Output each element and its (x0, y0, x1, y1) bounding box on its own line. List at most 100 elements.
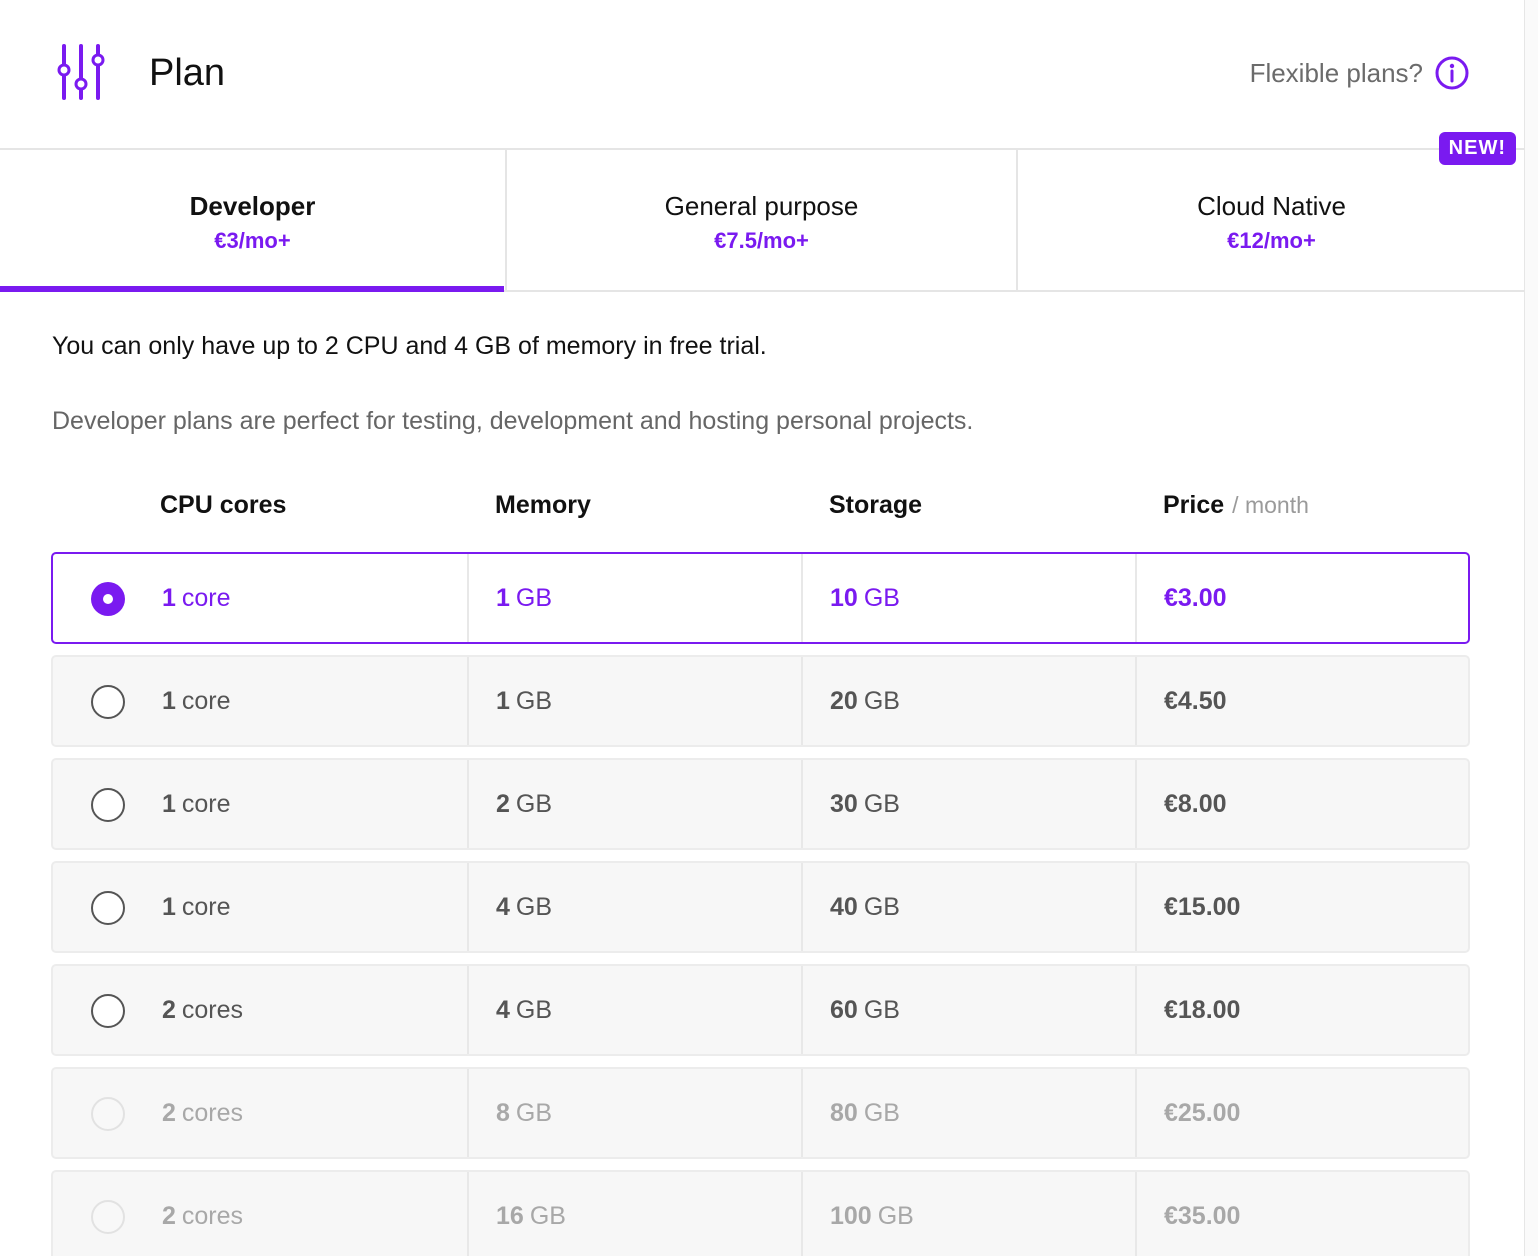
page-title: Plan (149, 52, 226, 94)
cpu-cell-value: 1 (162, 686, 176, 715)
memory-cell: 4 GB (496, 966, 552, 1054)
column-divider (1135, 760, 1137, 848)
storage-cell: 10 GB (830, 554, 900, 642)
cpu-cell-unit: core (181, 583, 231, 612)
cpu-cell: 1 core (162, 760, 231, 848)
cpu-cell-unit: core (181, 686, 231, 715)
cpu-cell: 1 core (162, 863, 231, 951)
storage-cell: 20 GB (830, 657, 900, 745)
memory-cell-value: 4 (496, 995, 510, 1024)
cpu-cell-unit: cores (181, 1201, 244, 1230)
storage-cell-unit: GB (863, 686, 900, 715)
tab-price: €7.5/mo+ (714, 227, 809, 253)
memory-cell: 1 GB (496, 657, 552, 745)
storage-cell: 100 GB (830, 1172, 914, 1256)
cpu-cell: 1 core (162, 554, 231, 642)
memory-cell: 2 GB (496, 760, 552, 848)
column-divider (801, 966, 803, 1054)
price-cell: €25.00 (1164, 1069, 1246, 1157)
memory-cell-unit: GB (515, 995, 553, 1024)
tab-cloud-native[interactable]: NEW! Cloud Native €12/mo+ (1016, 132, 1525, 290)
cpu-cell-value: 2 (162, 1098, 176, 1127)
price-label: Price (1163, 491, 1225, 519)
cpu-cell: 2 cores (162, 1069, 243, 1157)
memory-cell-unit: GB (515, 583, 553, 612)
price-cell: €4.50 (1164, 657, 1233, 745)
price-cell-value: €4.50 (1164, 686, 1227, 715)
memory-cell: 16 GB (496, 1172, 566, 1256)
plan-option-row[interactable]: 1 core 2 GB 30 GB €8.00 (51, 758, 1470, 850)
active-tab-indicator (0, 286, 504, 292)
cpu-cell-unit: cores (181, 1098, 244, 1127)
column-header-memory: Memory (495, 491, 591, 519)
scrollbar[interactable] (1525, 0, 1538, 1256)
plan-option-row[interactable]: 2 cores 4 GB 60 GB €18.00 (51, 964, 1470, 1056)
tab-price: €12/mo+ (1227, 227, 1316, 253)
column-divider (467, 863, 469, 951)
plan-tabs: Developer €3/mo+ General purpose €7.5/mo… (0, 132, 1525, 292)
memory-cell: 8 GB (496, 1069, 552, 1157)
column-divider (1135, 554, 1137, 642)
radio-button[interactable] (91, 994, 125, 1028)
column-header-cpu: CPU cores (160, 491, 287, 519)
page-header: Plan Flexible plans? (0, 0, 1525, 150)
storage-cell: 40 GB (830, 863, 900, 951)
price-cell: €3.00 (1164, 554, 1233, 642)
memory-cell-value: 8 (496, 1098, 510, 1127)
flexible-plans-label: Flexible plans? (1249, 57, 1423, 88)
tab-general-purpose[interactable]: General purpose €7.5/mo+ (505, 150, 1016, 290)
radio-button[interactable] (91, 582, 125, 616)
price-cell: €15.00 (1164, 863, 1246, 951)
tab-name: Cloud Native (1197, 190, 1346, 221)
tab-developer[interactable]: Developer €3/mo+ (0, 150, 505, 292)
cpu-cell-value: 2 (162, 995, 176, 1024)
radio-button (91, 1200, 125, 1234)
storage-cell-unit: GB (863, 892, 900, 921)
storage-cell: 60 GB (830, 966, 900, 1054)
plan-page: Plan Flexible plans? Developer €3/mo+ Ge… (0, 0, 1525, 1256)
column-divider (1135, 966, 1137, 1054)
plan-option-row[interactable]: 1 core 1 GB 20 GB €4.50 (51, 655, 1470, 747)
memory-cell-value: 4 (496, 892, 510, 921)
cpu-cell: 2 cores (162, 1172, 243, 1256)
cpu-cell: 1 core (162, 657, 231, 745)
plan-description: Developer plans are perfect for testing,… (52, 407, 974, 435)
radio-button (91, 1097, 125, 1131)
column-divider (467, 554, 469, 642)
plan-option-row[interactable]: 1 core 4 GB 40 GB €15.00 (51, 861, 1470, 953)
storage-cell: 30 GB (830, 760, 900, 848)
memory-cell-unit: GB (529, 1201, 566, 1230)
price-cell-value: €18.00 (1164, 995, 1241, 1024)
cpu-cell-value: 1 (162, 789, 176, 818)
info-icon[interactable] (1435, 56, 1469, 90)
memory-cell-unit: GB (515, 686, 553, 715)
column-divider (467, 966, 469, 1054)
cpu-cell-unit: core (181, 789, 231, 818)
cpu-cell-value: 1 (162, 892, 176, 921)
tab-name: General purpose (664, 190, 859, 221)
tab-price: €3/mo+ (214, 227, 291, 253)
column-divider (1135, 1172, 1137, 1256)
storage-cell-value: 60 (830, 995, 858, 1024)
column-divider (467, 1069, 469, 1157)
price-cell-value: €15.00 (1164, 892, 1241, 921)
new-badge: NEW! (1438, 132, 1516, 165)
memory-cell-unit: GB (515, 1098, 553, 1127)
price-cell-value: €35.00 (1164, 1201, 1241, 1230)
radio-button[interactable] (91, 788, 125, 822)
cpu-cell: 2 cores (162, 966, 243, 1054)
column-header-price: Price / month (1163, 491, 1309, 520)
column-divider (801, 657, 803, 745)
tab-name: Developer (189, 190, 316, 221)
memory-cell-value: 2 (496, 789, 510, 818)
storage-cell-unit: GB (863, 583, 900, 612)
radio-button[interactable] (91, 891, 125, 925)
free-trial-notice: You can only have up to 2 CPU and 4 GB o… (52, 332, 767, 360)
storage-cell-value: 100 (830, 1201, 872, 1230)
flexible-plans-link[interactable]: Flexible plans? (1250, 56, 1469, 90)
cpu-cell-value: 1 (162, 583, 176, 612)
column-divider (467, 760, 469, 848)
storage-cell-value: 80 (830, 1098, 858, 1127)
plan-option-row[interactable]: 1 core 1 GB 10 GB €3.00 (51, 552, 1470, 644)
radio-button[interactable] (91, 685, 125, 719)
